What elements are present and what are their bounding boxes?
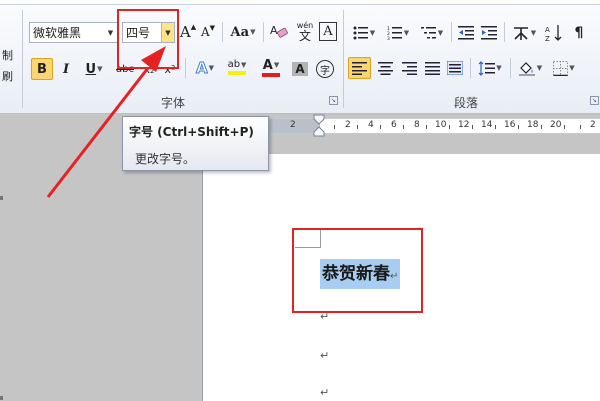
annotation-arrow-head [141, 46, 166, 72]
annotation-arrow-shaft [46, 67, 150, 198]
annotation-arrow [46, 46, 166, 198]
